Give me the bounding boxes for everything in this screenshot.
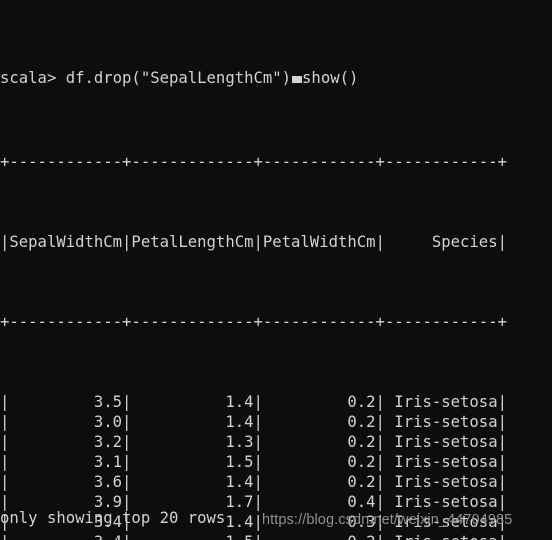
table-row: | 3.1| 1.5| 0.2| Iris-setosa| — [0, 453, 507, 471]
table-row: | 3.0| 1.4| 0.2| Iris-setosa| — [0, 413, 507, 431]
table-row: | 3.6| 1.4| 0.2| Iris-setosa| — [0, 473, 507, 491]
command-text-before-cursor: df.drop("SepalLengthCm") — [65, 69, 292, 87]
table-header-row: |SepalWidthCm|PetalLengthCm|PetalWidthCm… — [0, 233, 507, 251]
table-row: | 3.5| 1.4| 0.2| Iris-setosa| — [0, 393, 507, 411]
terminal-window: scala> df.drop("SepalLengthCm") show() +-… — [0, 0, 552, 540]
command-prompt-line[interactable]: scala> df.drop("SepalLengthCm") show() — [0, 64, 552, 92]
footer-message: only showing top 20 rows — [0, 509, 226, 527]
table-row: | 3.2| 1.3| 0.2| Iris-setosa| — [0, 433, 507, 451]
command-text-after-cursor: show() — [302, 69, 359, 87]
text-cursor[interactable] — [291, 76, 302, 83]
table-border-top: +------------+-------------+------------… — [0, 153, 507, 171]
terminal-output: scala> df.drop("SepalLengthCm") show() +-… — [0, 4, 552, 540]
prompt-label: scala> — [0, 69, 66, 87]
watermark-url: https://blog.csdn.net/weixin_44704985 — [262, 512, 513, 528]
table-border-header: +------------+-------------+------------… — [0, 313, 507, 331]
table-row: | 3.4| 1.5| 0.2| Iris-setosa| — [0, 532, 552, 540]
